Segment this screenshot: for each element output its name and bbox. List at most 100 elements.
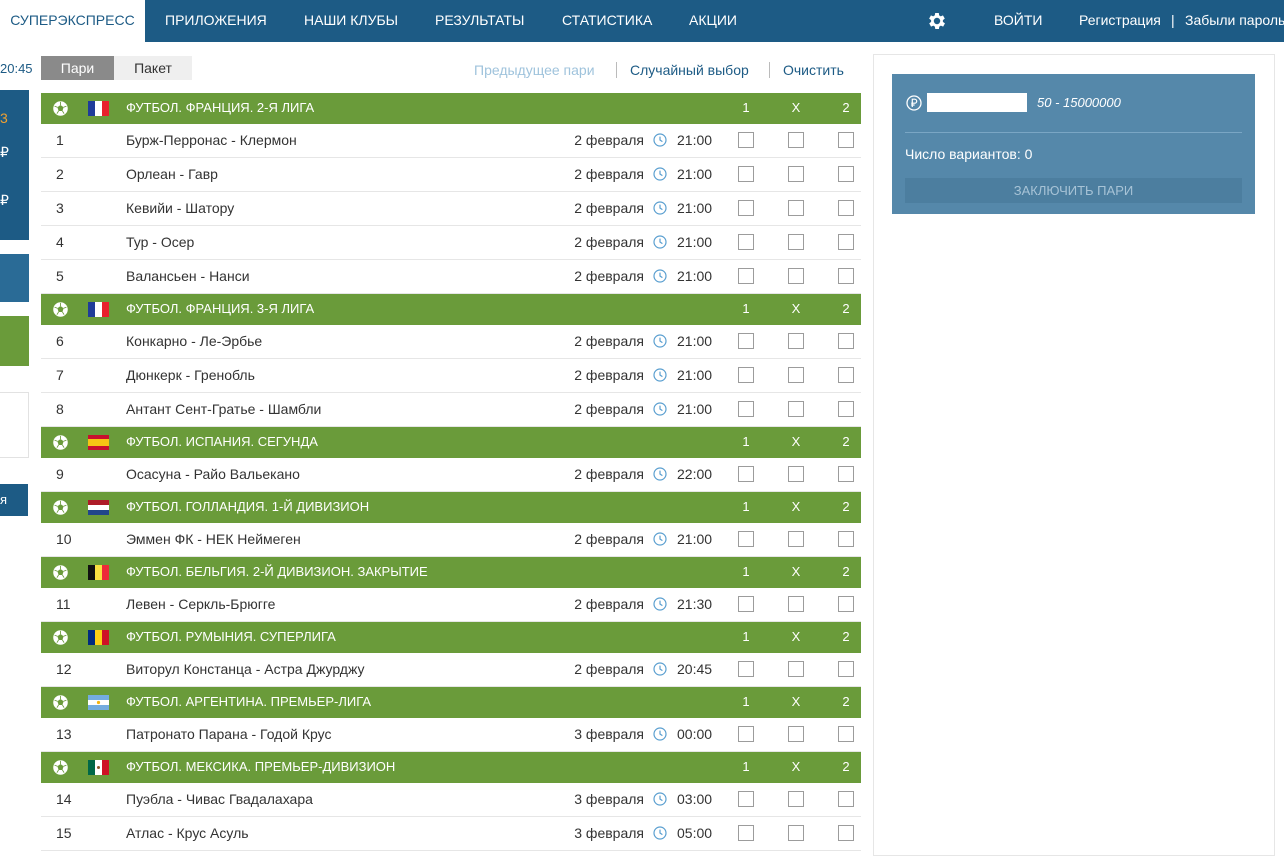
- tab-pari[interactable]: Пари: [41, 56, 114, 80]
- outcome-x-checkbox[interactable]: [788, 200, 804, 216]
- outcome-2-checkbox[interactable]: [838, 531, 854, 547]
- outcome-1-checkbox[interactable]: [738, 596, 754, 612]
- clock-icon: [653, 167, 667, 181]
- match-number: 10: [56, 531, 72, 547]
- outcome-2-checkbox[interactable]: [838, 596, 854, 612]
- outcome-1-checkbox[interactable]: [738, 825, 754, 841]
- sidebar-block[interactable]: [0, 316, 29, 366]
- outcome-x-checkbox[interactable]: [788, 596, 804, 612]
- outcome-1-checkbox[interactable]: [738, 367, 754, 383]
- outcome-x-checkbox[interactable]: [788, 726, 804, 742]
- column-header-2: 2: [842, 629, 850, 644]
- outcome-x-checkbox[interactable]: [788, 333, 804, 349]
- stake-input[interactable]: [927, 93, 1027, 112]
- outcome-2-checkbox[interactable]: [838, 825, 854, 841]
- match-date: 2 февраля: [574, 200, 644, 216]
- outcome-2-checkbox[interactable]: [838, 234, 854, 250]
- match-teams: Тур - Осер: [126, 234, 195, 250]
- match-time: 22:00: [677, 466, 713, 482]
- tab-statistics[interactable]: СТАТИСТИКА: [562, 0, 652, 42]
- match-date: 2 февраля: [574, 166, 644, 182]
- place-bet-button[interactable]: ЗАКЛЮЧИТЬ ПАРИ: [905, 178, 1242, 203]
- login-link[interactable]: ВОЙТИ: [994, 0, 1042, 42]
- match-time: 21:30: [677, 596, 713, 612]
- outcome-x-checkbox[interactable]: [788, 466, 804, 482]
- league-header: ФУТБОЛ. ИСПАНИЯ. СЕГУНДА 1 X 2: [41, 427, 861, 458]
- league-header: ФУТБОЛ. БЕЛЬГИЯ. 2-Й ДИВИЗИОН. ЗАКРЫТИЕ 1…: [41, 557, 861, 588]
- outcome-x-checkbox[interactable]: [788, 791, 804, 807]
- gear-icon[interactable]: [926, 10, 948, 32]
- outcome-1-checkbox[interactable]: [738, 268, 754, 284]
- league-name: ФУТБОЛ. ИСПАНИЯ. СЕГУНДА: [126, 434, 318, 449]
- column-header-1: 1: [742, 434, 750, 449]
- league-name: ФУТБОЛ. РУМЫНИЯ. СУПЕРЛИГА: [126, 629, 336, 644]
- clock-icon: [653, 727, 667, 741]
- tab-promotions[interactable]: АКЦИИ: [689, 0, 737, 42]
- match-row: 12 Виторул Констанца - Астра Джурджу 2 фев…: [41, 653, 861, 687]
- tab-results[interactable]: РЕЗУЛЬТАТЫ: [435, 0, 524, 42]
- outcome-2-checkbox[interactable]: [838, 367, 854, 383]
- outcome-1-checkbox[interactable]: [738, 234, 754, 250]
- outcome-1-checkbox[interactable]: [738, 726, 754, 742]
- random-choice-link[interactable]: Случайный выбор: [630, 62, 749, 78]
- ruble-sign: ₽: [0, 192, 9, 208]
- match-number: 5: [56, 268, 64, 284]
- outcome-1-checkbox[interactable]: [738, 166, 754, 182]
- clear-link[interactable]: Очистить: [783, 62, 844, 78]
- tab-apps[interactable]: ПРИЛОЖЕНИЯ: [165, 0, 267, 42]
- outcome-2-checkbox[interactable]: [838, 132, 854, 148]
- match-row: 13 Патронато Парана - Годой Крус 3 февраля…: [41, 718, 861, 752]
- tab-paket[interactable]: Пакет: [114, 56, 192, 80]
- outcome-1-checkbox[interactable]: [738, 466, 754, 482]
- outcome-x-checkbox[interactable]: [788, 268, 804, 284]
- forgot-password-link[interactable]: Забыли пароль: [1185, 0, 1284, 42]
- outcome-x-checkbox[interactable]: [788, 166, 804, 182]
- outcome-1-checkbox[interactable]: [738, 333, 754, 349]
- match-number: 3: [56, 200, 64, 216]
- outcome-x-checkbox[interactable]: [788, 661, 804, 677]
- clock-icon: [653, 334, 667, 348]
- league-name: ФУТБОЛ. ФРАНЦИЯ. 3-Я ЛИГА: [126, 301, 315, 316]
- outcome-2-checkbox[interactable]: [838, 200, 854, 216]
- column-header-x: X: [791, 564, 801, 579]
- match-number: 13: [56, 726, 72, 742]
- outcome-x-checkbox[interactable]: [788, 367, 804, 383]
- column-header-1: 1: [742, 564, 750, 579]
- football-icon: [52, 694, 69, 711]
- previous-bet-link[interactable]: Предыдущее пари: [474, 62, 595, 78]
- tab-superexpress[interactable]: СУПЕРЭКСПРЕСС: [0, 0, 145, 42]
- outcome-1-checkbox[interactable]: [738, 200, 754, 216]
- match-teams: Кевийи - Шатору: [126, 200, 235, 216]
- football-icon: [52, 434, 69, 451]
- outcome-2-checkbox[interactable]: [838, 466, 854, 482]
- outcome-2-checkbox[interactable]: [838, 726, 854, 742]
- clock-icon: [653, 235, 667, 249]
- outcome-1-checkbox[interactable]: [738, 401, 754, 417]
- match-number: 4: [56, 234, 64, 250]
- column-header-1: 1: [742, 694, 750, 709]
- slip-divider: [905, 132, 1242, 133]
- outcome-x-checkbox[interactable]: [788, 531, 804, 547]
- outcome-2-checkbox[interactable]: [838, 791, 854, 807]
- outcome-2-checkbox[interactable]: [838, 661, 854, 677]
- outcome-2-checkbox[interactable]: [838, 268, 854, 284]
- outcome-2-checkbox[interactable]: [838, 166, 854, 182]
- outcome-1-checkbox[interactable]: [738, 661, 754, 677]
- outcome-x-checkbox[interactable]: [788, 132, 804, 148]
- register-link[interactable]: Регистрация: [1079, 0, 1161, 42]
- argentina-flag-icon: [88, 695, 109, 710]
- outcome-x-checkbox[interactable]: [788, 401, 804, 417]
- outcome-x-checkbox[interactable]: [788, 825, 804, 841]
- sidebar-block[interactable]: [0, 254, 29, 302]
- outcome-x-checkbox[interactable]: [788, 234, 804, 250]
- outcome-1-checkbox[interactable]: [738, 791, 754, 807]
- match-date: 2 февраля: [574, 234, 644, 250]
- outcome-1-checkbox[interactable]: [738, 531, 754, 547]
- column-header-x: X: [791, 301, 801, 316]
- league-header: ФУТБОЛ. АРГЕНТИНА. ПРЕМЬЕР-ЛИГА 1 X 2: [41, 687, 861, 718]
- tab-clubs[interactable]: НАШИ КЛУБЫ: [304, 0, 398, 42]
- outcome-2-checkbox[interactable]: [838, 401, 854, 417]
- outcome-1-checkbox[interactable]: [738, 132, 754, 148]
- outcome-2-checkbox[interactable]: [838, 333, 854, 349]
- sidebar-button[interactable]: я: [0, 484, 28, 516]
